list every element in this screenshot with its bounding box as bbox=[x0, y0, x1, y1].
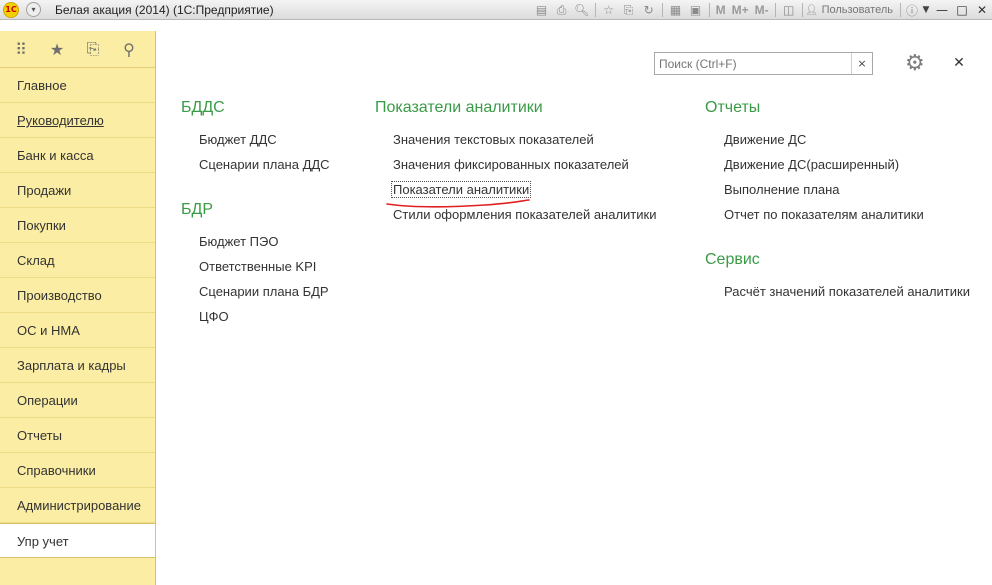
main-menu-chevron-icon[interactable]: ▾ bbox=[26, 2, 41, 17]
sidebar-item-main[interactable]: Главное bbox=[0, 68, 155, 103]
search-clear-button[interactable]: × bbox=[851, 53, 872, 74]
section-title-service: Сервис bbox=[705, 251, 760, 268]
gear-icon[interactable]: ⚙ bbox=[905, 51, 933, 77]
memory-subtract-button[interactable]: M- bbox=[752, 3, 772, 17]
close-window-icon[interactable]: ✕ bbox=[972, 1, 992, 19]
section-title-bdds: БДДС bbox=[181, 99, 225, 116]
sidebar-item-references[interactable]: Справочники bbox=[0, 453, 155, 488]
maximize-icon[interactable]: □ bbox=[952, 1, 972, 19]
sidebar-item-production[interactable]: Производство bbox=[0, 278, 155, 313]
link-fixed-indicator-values[interactable]: Значения фиксированных показателей bbox=[393, 157, 629, 172]
red-underline-annotation bbox=[386, 199, 530, 208]
title-bar: 1С ▾ Белая акация (2014) (1С:Предприятие… bbox=[0, 0, 992, 20]
print-icon[interactable]: ⎙ bbox=[552, 1, 572, 19]
save-icon[interactable]: ▤ bbox=[532, 1, 552, 19]
link-cash-flow[interactable]: Движение ДС bbox=[724, 132, 806, 147]
sidebar-item-reports[interactable]: Отчеты bbox=[0, 418, 155, 453]
chevron-down-icon[interactable]: ▼ bbox=[920, 1, 932, 19]
panels-icon[interactable]: ◫ bbox=[779, 1, 799, 19]
calendar-icon[interactable]: ▣ bbox=[686, 1, 706, 19]
apps-grid-icon[interactable]: ⠿ bbox=[10, 40, 32, 59]
link-analytics-report[interactable]: Отчет по показателям аналитики bbox=[724, 207, 924, 222]
window-title: Белая акация (2014) (1С:Предприятие) bbox=[55, 2, 274, 17]
sidebar-item-bank[interactable]: Банк и касса bbox=[0, 138, 155, 173]
search-icon[interactable]: ⚲ bbox=[118, 40, 140, 59]
link-bdr-plan-scenarios[interactable]: Сценарии плана БДР bbox=[199, 284, 329, 299]
link-plan-execution[interactable]: Выполнение плана bbox=[724, 182, 840, 197]
sidebar-item-assets[interactable]: ОС и НМА bbox=[0, 313, 155, 348]
link-text-indicator-values[interactable]: Значения текстовых показателей bbox=[393, 132, 594, 147]
separator bbox=[708, 3, 710, 17]
sidebar-toolbar: ⠿ ★ ⎘ ⚲ bbox=[0, 31, 155, 68]
link-dds-plan-scenarios[interactable]: Сценарии плана ДДС bbox=[199, 157, 330, 172]
sidebar-item-payroll[interactable]: Зарплата и кадры bbox=[0, 348, 155, 383]
sidebar-item-operations[interactable]: Операции bbox=[0, 383, 155, 418]
separator bbox=[801, 3, 803, 17]
calculator-icon[interactable]: ▦ bbox=[666, 1, 686, 19]
favorites-star-icon[interactable]: ☆ bbox=[599, 1, 619, 19]
minimize-icon[interactable]: — bbox=[932, 1, 952, 19]
sidebar-item-manager[interactable]: Руководителю bbox=[0, 103, 155, 138]
preview-icon[interactable]: 🔍︎ bbox=[572, 1, 592, 19]
link-cash-flow-extended[interactable]: Движение ДС(расширенный) bbox=[724, 157, 899, 172]
main-panel: × ⚙ ✕ БДДС Бюджет ДДС Сценарии плана ДДС… bbox=[156, 31, 992, 585]
memory-button[interactable]: M bbox=[713, 3, 729, 17]
section-title-bdr: БДР bbox=[181, 201, 214, 218]
section-title-analytics: Показатели аналитики bbox=[375, 99, 543, 116]
link-cfo[interactable]: ЦФО bbox=[199, 309, 229, 324]
sidebar-item-sales[interactable]: Продажи bbox=[0, 173, 155, 208]
separator bbox=[900, 3, 901, 17]
close-icon[interactable]: ✕ bbox=[951, 53, 967, 73]
section-title-reports: Отчеты bbox=[705, 99, 761, 116]
link-indicator-styles[interactable]: Стили оформления показателей аналитики bbox=[393, 207, 656, 222]
history-icon[interactable]: ⎘ bbox=[82, 39, 104, 59]
link-calc-indicator-values[interactable]: Расчёт значений показателей аналитики bbox=[724, 284, 970, 299]
history-icon[interactable]: ↻ bbox=[639, 1, 659, 19]
sidebar: ⠿ ★ ⎘ ⚲ Главное Руководителю Банк и касс… bbox=[0, 31, 156, 585]
sidebar-item-purchases[interactable]: Покупки bbox=[0, 208, 155, 243]
sidebar-item-mgmt-accounting[interactable]: Упр учет bbox=[0, 523, 155, 558]
user-icon: 👤︎ bbox=[805, 4, 818, 16]
app-logo-icon[interactable]: 1С bbox=[3, 1, 19, 18]
separator bbox=[661, 3, 663, 17]
search-box: × bbox=[654, 52, 873, 75]
separator bbox=[594, 3, 596, 17]
link-peo-budget[interactable]: Бюджет ПЭО bbox=[199, 234, 278, 249]
sidebar-item-administration[interactable]: Администрирование bbox=[0, 488, 155, 523]
sidebar-item-warehouse[interactable]: Склад bbox=[0, 243, 155, 278]
separator bbox=[774, 3, 776, 17]
favorites-star-icon[interactable]: ★ bbox=[46, 40, 68, 59]
link-icon[interactable]: ⎘ bbox=[619, 1, 639, 19]
info-icon[interactable]: ⓘ bbox=[904, 1, 920, 19]
user-name[interactable]: Пользователь bbox=[818, 4, 897, 16]
link-analytics-indicators[interactable]: Показатели аналитики bbox=[391, 181, 532, 198]
link-dds-budget[interactable]: Бюджет ДДС bbox=[199, 132, 277, 147]
memory-add-button[interactable]: M+ bbox=[729, 3, 752, 17]
link-responsible-kpi[interactable]: Ответственные KPI bbox=[199, 259, 316, 274]
search-input[interactable] bbox=[655, 53, 850, 74]
title-toolbar: ▤ ⎙ 🔍︎ ☆ ⎘ ↻ ▦ ▣ M M+ M- ◫ 👤︎ Пользовате… bbox=[532, 0, 992, 20]
